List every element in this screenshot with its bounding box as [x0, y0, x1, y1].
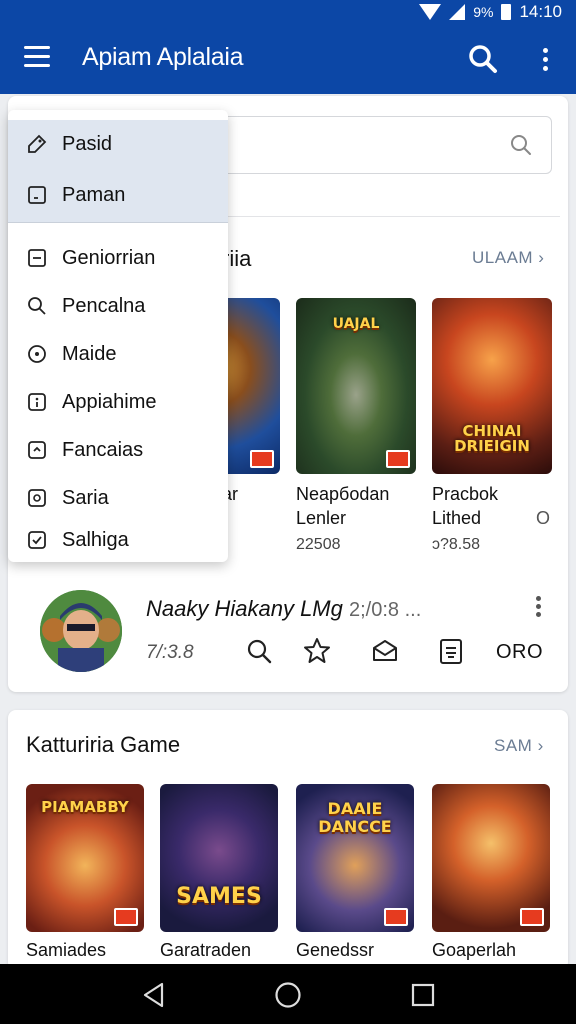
tile-logo: DAAIE DANCCE	[318, 799, 392, 836]
back-icon[interactable]	[140, 980, 170, 1010]
game-count: ɔ?8.58	[432, 536, 481, 553]
menu-item-fancaias[interactable]: Fancaias	[8, 426, 228, 474]
menu-divider	[8, 222, 228, 223]
target-icon	[26, 343, 48, 365]
game-name: Neapбodan	[296, 484, 390, 504]
tile-logo: SAMES	[176, 884, 262, 909]
menu-item-pasid[interactable]: Pasid	[8, 120, 228, 168]
game-name: Goaperlah	[432, 940, 517, 960]
featured-action-label[interactable]: ORO	[496, 641, 543, 664]
badge-icon	[250, 450, 274, 468]
more-vert-icon[interactable]	[530, 44, 560, 74]
search-alt-icon	[26, 295, 48, 317]
info-box-icon	[26, 391, 48, 413]
badge-icon	[386, 450, 410, 468]
tag-icon	[26, 133, 48, 155]
game-name: Genedssr	[296, 940, 375, 960]
game-count: 22508	[296, 536, 341, 553]
arrow-box-icon	[26, 439, 48, 461]
game-name: Garatraden	[160, 940, 252, 960]
status-bar: 9% 14:10	[0, 0, 576, 24]
menu-item-pencalna[interactable]: Pencalna	[8, 282, 228, 330]
see-all-link[interactable]: ULAAM ›	[472, 248, 544, 268]
menu-icon[interactable]	[24, 46, 50, 68]
menu-item-paman[interactable]: Paman	[8, 168, 228, 222]
game-tile[interactable]: PIAMABBY	[26, 784, 144, 932]
menu-item-appiahime[interactable]: Appiahime	[8, 378, 228, 426]
game-name-line2: Lenler	[296, 508, 347, 528]
home-icon[interactable]	[273, 980, 303, 1010]
more-vert-icon[interactable]	[530, 596, 546, 620]
app-bar: Apiam Aplalaia	[0, 24, 576, 94]
signal-icon	[449, 4, 466, 20]
battery-icon	[501, 4, 512, 20]
menu-item-salhiga[interactable]: Salhiga	[8, 516, 228, 562]
check-box-icon	[26, 529, 48, 551]
game-tile[interactable]	[432, 784, 550, 932]
game-name: Samiades	[26, 940, 107, 960]
featured-count: 7/:3.8	[146, 642, 194, 663]
game-name-line2: Lithed	[432, 508, 482, 528]
category-card: Katturiria Game SAM › PIAMABBY Samiades …	[8, 710, 568, 970]
see-all-link[interactable]: SAM ›	[494, 736, 544, 756]
menu-item-maide[interactable]: Maide	[8, 330, 228, 378]
avatar[interactable]	[40, 590, 122, 672]
badge-icon	[384, 908, 408, 926]
battery-percent: 9%	[473, 4, 494, 20]
menu-item-saria[interactable]: Saria	[8, 474, 228, 522]
search-icon[interactable]	[468, 44, 498, 74]
tile-logo: UAJAL	[332, 316, 380, 332]
badge-icon	[114, 908, 138, 926]
mail-open-icon[interactable]	[370, 636, 400, 666]
clock-box-icon	[26, 487, 48, 509]
game-tile[interactable]: DAAIE DANCCE	[296, 784, 414, 932]
square-icon	[26, 184, 48, 206]
star-icon[interactable]	[302, 636, 332, 666]
tile-logo: PIAMABBY	[41, 798, 129, 816]
game-tile[interactable]: UAJAL	[296, 298, 416, 474]
search-input[interactable]	[222, 116, 552, 174]
navigation-menu: Pasid Paman Geniorrian Pencalna Maide Ap…	[8, 110, 228, 562]
search-icon	[511, 135, 531, 155]
game-tile[interactable]: CHINAI DRIEIGIN	[432, 298, 552, 474]
wifi-icon	[419, 4, 442, 20]
tile-logo: CHINAI DRIEIGIN	[454, 422, 530, 455]
system-nav-bar	[0, 964, 576, 1024]
app-title: Apiam Aplalaia	[82, 43, 244, 71]
clock: 14:10	[519, 2, 562, 21]
menu-item-geniorrian[interactable]: Geniorrian	[8, 234, 228, 282]
minus-box-icon	[26, 247, 48, 269]
recents-icon[interactable]	[408, 980, 438, 1010]
game-extra: O	[536, 508, 551, 528]
featured-title: Naaky Hiakany LMg 2;/0:8 ...	[146, 596, 422, 621]
game-name: Pracbok	[432, 484, 499, 504]
clipboard-icon[interactable]	[436, 636, 466, 666]
badge-icon	[520, 908, 544, 926]
section-title: Katturiria Game	[26, 732, 181, 757]
search-icon[interactable]	[244, 636, 274, 666]
game-tile[interactable]: SAMES	[160, 784, 278, 932]
